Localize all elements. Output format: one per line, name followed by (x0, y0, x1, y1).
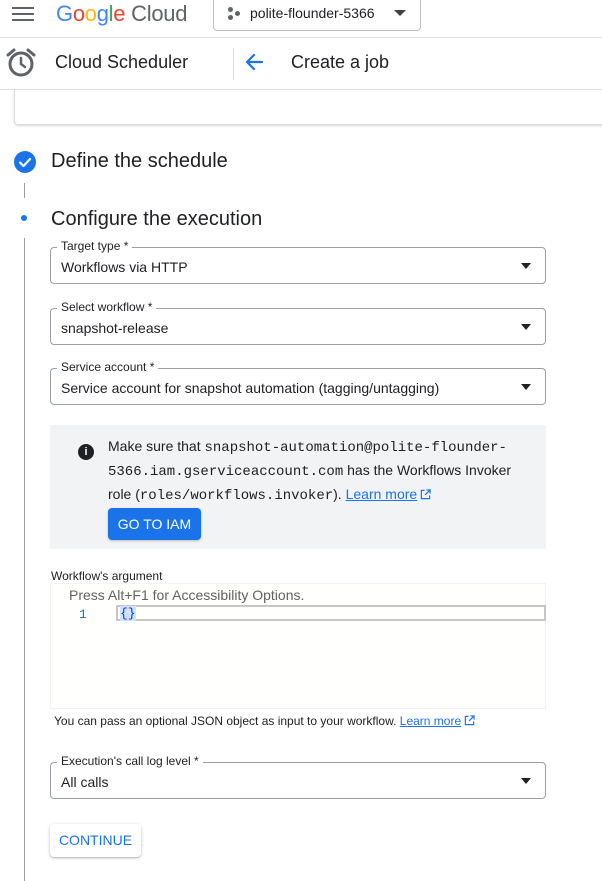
dropdown-arrow-icon (521, 263, 531, 269)
chevron-down-icon (394, 10, 406, 16)
info-message: Make sure that snapshot-automation@polit… (108, 438, 512, 504)
field-label: Service account * (57, 360, 159, 374)
dropdown-arrow-icon (521, 324, 531, 330)
info-icon: i (78, 444, 94, 460)
check-circle-icon (14, 151, 36, 173)
project-name: polite-flounder-5366 (250, 4, 375, 21)
hamburger-menu-icon[interactable] (12, 7, 34, 21)
stepper-line (24, 238, 25, 881)
page-header: Cloud Scheduler Create a job (0, 38, 602, 90)
accessibility-hint: Press Alt+F1 for Accessibility Options. (69, 587, 305, 603)
top-bar: Google Cloud polite-flounder-5366 (0, 0, 602, 38)
target-type-select[interactable]: Target type * Workflows via HTTP (50, 239, 546, 284)
field-value: Service account for snapshot automation … (61, 380, 440, 396)
argument-label: Workflow's argument (51, 569, 163, 583)
project-icon (228, 5, 244, 21)
line-number: 1 (79, 607, 87, 622)
field-label: Execution's call log level * (57, 754, 203, 768)
continue-button[interactable]: CONTINUE (50, 824, 141, 857)
dropdown-arrow-icon (521, 778, 531, 784)
iam-info-banner: i Make sure that snapshot-automation@pol… (50, 425, 546, 549)
external-link-icon (420, 489, 431, 500)
previous-step-card (14, 90, 602, 125)
field-label: Select workflow * (57, 300, 157, 314)
product-name: Cloud Scheduler (55, 52, 189, 72)
field-value: Workflows via HTTP (61, 259, 188, 275)
field-label: Target type * (57, 239, 133, 253)
google-cloud-logo[interactable]: Google Cloud (56, 1, 187, 27)
back-arrow-icon[interactable] (244, 52, 264, 72)
workflow-select[interactable]: Select workflow * snapshot-release (50, 300, 546, 345)
step-configure-execution: Configure the execution (51, 208, 263, 230)
argument-code-editor[interactable]: Press Alt+F1 for Accessibility Options. … (50, 583, 546, 709)
field-value: All calls (61, 774, 109, 790)
step-define-schedule[interactable]: Define the schedule (51, 150, 228, 173)
external-link-icon (464, 715, 475, 726)
current-step-dot (21, 215, 27, 221)
alarm-clock-icon (6, 48, 36, 77)
page-title: Create a job (291, 52, 390, 72)
argument-helper-text: You can pass an optional JSON object as … (54, 714, 475, 728)
code-line[interactable]: {} (116, 605, 546, 621)
service-account-select[interactable]: Service account * Service account for sn… (50, 360, 546, 405)
role-name: roles/workflows.invoker (139, 488, 334, 504)
log-level-select[interactable]: Execution's call log level * All calls (50, 754, 546, 799)
code-text: {} (120, 606, 136, 621)
learn-more-link[interactable]: Learn more (400, 714, 461, 728)
field-value: snapshot-release (61, 320, 169, 336)
project-selector[interactable]: polite-flounder-5366 (213, 0, 421, 31)
go-to-iam-button[interactable]: GO TO IAM (108, 508, 201, 540)
learn-more-link[interactable]: Learn more (346, 486, 418, 502)
dropdown-arrow-icon (521, 384, 531, 390)
stepper-line (24, 183, 25, 198)
divider (233, 48, 234, 80)
